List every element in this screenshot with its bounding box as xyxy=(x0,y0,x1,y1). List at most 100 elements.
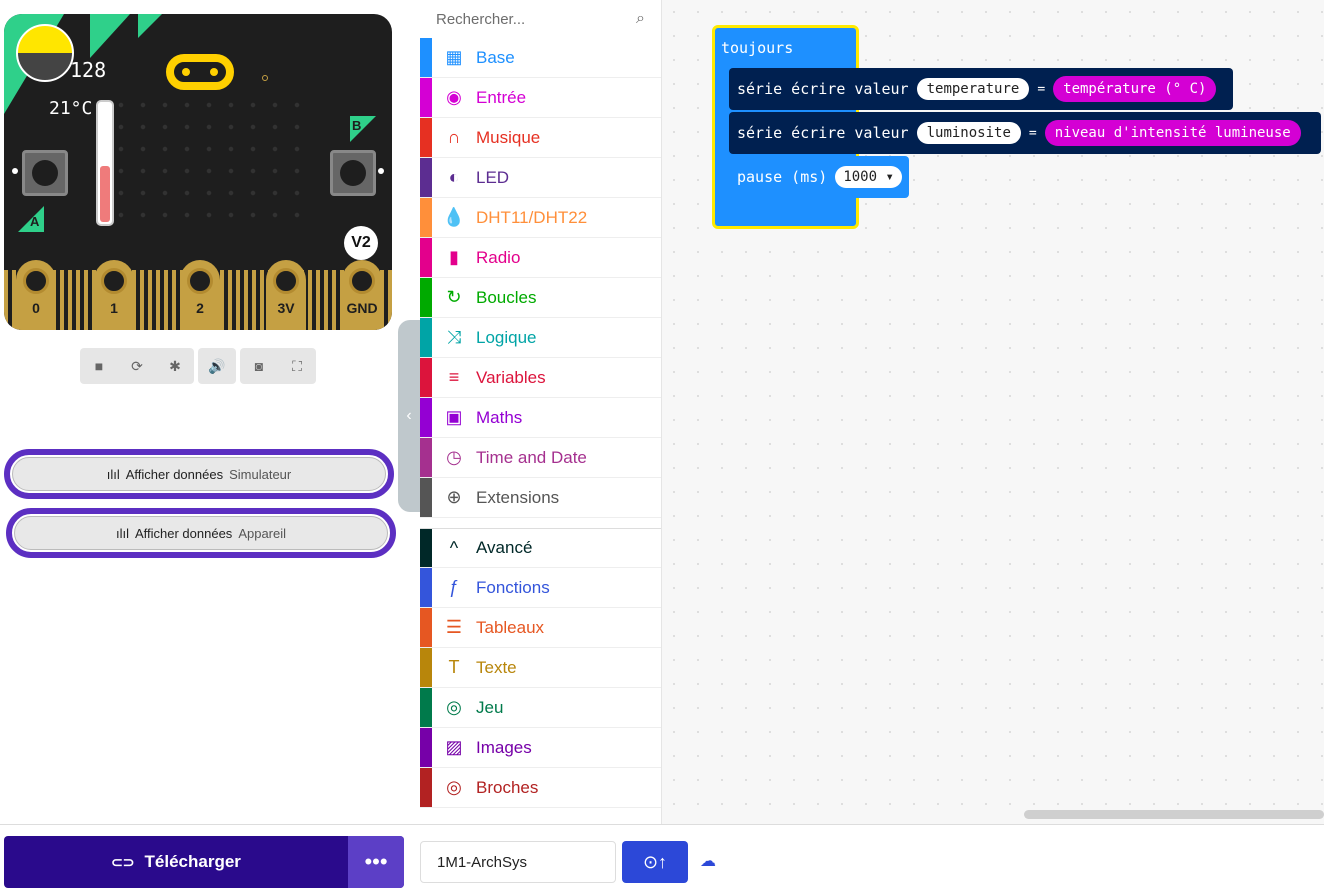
project-name-input[interactable]: 1M1-ArchSys xyxy=(420,841,616,883)
category-label: Tableaux xyxy=(476,617,545,637)
show-data-source: Appareil xyxy=(238,525,287,541)
bottom-bar: ⊂⊃ Télécharger ••• 1M1-ArchSys ⊙ ↑ ☁ xyxy=(0,824,1324,892)
toolbox: Rechercher... ⌕ ▦ Base ◉ Entrée ∩ Musique ◐ LED… xyxy=(420,0,662,824)
cloud-saved-icon: ☁ xyxy=(700,853,716,870)
search-input[interactable]: Rechercher... xyxy=(436,11,525,28)
equals-sign: = xyxy=(1037,81,1046,97)
equals-sign: = xyxy=(1028,125,1037,141)
category-label: Base xyxy=(476,47,515,67)
category-label: Jeu xyxy=(476,697,504,717)
toolbox-search[interactable]: Rechercher... ⌕ xyxy=(420,0,661,38)
toolbox-category-radio[interactable]: ▮ Radio xyxy=(420,238,661,278)
toolbox-category-led[interactable]: ◐ LED xyxy=(420,158,661,198)
pause-duration-dropdown[interactable]: 1000 ▾ xyxy=(835,166,902,188)
light-level-reporter[interactable]: niveau d'intensité lumineuse xyxy=(1044,120,1301,146)
category-label: Radio xyxy=(476,247,521,267)
serial-write-value-block-1[interactable]: série écrire valeur temperature = tempér… xyxy=(729,68,1233,110)
category-label: Avancé xyxy=(476,538,533,557)
category-color-bar xyxy=(420,438,432,477)
list-icon: ≡ xyxy=(448,367,460,387)
button-a[interactable] xyxy=(22,150,68,196)
github-commit-button[interactable]: ⊙ ↑ xyxy=(622,841,688,883)
temperature-reporter[interactable]: température (° C) xyxy=(1053,76,1217,102)
category-color-bar xyxy=(420,118,432,157)
temperature-fill xyxy=(100,165,110,222)
category-color-bar xyxy=(420,768,432,807)
category-label: Texte xyxy=(476,657,517,677)
clock-icon: ◷ xyxy=(446,447,462,467)
board-edge-decoration xyxy=(90,14,130,58)
restart-icon[interactable]: ⟳ xyxy=(118,348,156,384)
chevron-up-icon: ^ xyxy=(449,537,459,558)
pin-3v[interactable]: 3V xyxy=(266,260,306,330)
caret-down-icon: ▾ xyxy=(885,169,894,185)
target-icon: ◎ xyxy=(446,777,462,797)
screenshot-icon[interactable]: ◙ xyxy=(240,348,278,384)
list-ordered-icon: ☰ xyxy=(445,617,463,637)
pin-0[interactable]: 0 xyxy=(16,260,56,330)
category-color-bar xyxy=(420,158,432,197)
debug-icon[interactable]: ✱ xyxy=(156,348,194,384)
download-button[interactable]: ⊂⊃ Télécharger xyxy=(4,836,348,888)
chevron-left-icon: ‹ xyxy=(406,407,412,424)
pin-1[interactable]: 1 xyxy=(94,260,134,330)
toolbox-category-time-and-date[interactable]: ◷ Time and Date xyxy=(420,438,661,478)
category-label: Images xyxy=(476,737,532,757)
toolbox-category-images[interactable]: ▨ Images xyxy=(420,728,661,768)
toolbox-category-texte[interactable]: T Texte xyxy=(420,648,661,688)
simulator-panel: 128 21°C A B V2 0 1 2 3V GND ■ ⟳ ✱ 🔊 ◙ ⛶ xyxy=(0,0,418,824)
light-level-slider[interactable] xyxy=(16,24,74,82)
logo-touch-button[interactable] xyxy=(166,54,234,90)
collapse-simulator-handle[interactable]: ‹ xyxy=(398,320,420,512)
category-color-bar xyxy=(420,728,432,767)
category-label: Boucles xyxy=(476,287,537,307)
button-a-label: A xyxy=(30,214,40,229)
search-icon[interactable]: ⌕ xyxy=(636,10,645,28)
toolbox-category-fonctions[interactable]: ƒ Fonctions xyxy=(420,568,661,608)
toolbox-category-tableaux[interactable]: ☰ Tableaux xyxy=(420,608,661,648)
simulator-controls: ■ ⟳ ✱ 🔊 ◙ ⛶ xyxy=(80,348,316,384)
serial-write-value-block-2[interactable]: série écrire valeur luminosite = niveau … xyxy=(729,112,1321,154)
pause-block[interactable]: pause (ms) 1000 ▾ xyxy=(729,156,909,198)
category-color-bar xyxy=(420,38,432,77)
category-color-bar xyxy=(420,688,432,727)
toolbox-category-jeu[interactable]: ◎ Jeu xyxy=(420,688,661,728)
fullscreen-icon[interactable]: ⛶ xyxy=(278,348,316,384)
toolbox-category-extensions[interactable]: ⊕ Extensions xyxy=(420,478,661,518)
toolbox-category-avanc-[interactable]: ^ Avancé xyxy=(420,528,661,568)
more-options-button[interactable]: ••• xyxy=(348,836,404,888)
board-dot xyxy=(12,168,18,174)
toolbox-category-maths[interactable]: ▣ Maths xyxy=(420,398,661,438)
toolbox-category-logique[interactable]: ⤨ Logique xyxy=(420,318,661,358)
show-data-device-button[interactable]: ılıl Afficher données Appareil xyxy=(6,508,396,558)
string-input-temperature[interactable]: temperature xyxy=(916,78,1030,100)
toolbox-category-broches[interactable]: ◎ Broches xyxy=(420,768,661,808)
horizontal-scrollbar[interactable] xyxy=(1024,810,1324,819)
show-data-simulator-button[interactable]: ılıl Afficher données Simulateur xyxy=(4,449,394,499)
toolbox-category-musique[interactable]: ∩ Musique xyxy=(420,118,661,158)
sound-icon[interactable]: 🔊 xyxy=(198,348,236,384)
refresh-icon: ↻ xyxy=(446,287,462,307)
usb-icon: ⊂⊃ xyxy=(111,853,135,870)
category-color-bar xyxy=(420,78,432,117)
block-text: série écrire valeur xyxy=(737,124,909,142)
microbit-board: 128 21°C A B V2 0 1 2 3V GND xyxy=(4,14,392,330)
string-input-luminosite[interactable]: luminosite xyxy=(916,122,1021,144)
category-color-bar xyxy=(420,278,432,317)
arrow-up-icon: ↑ xyxy=(658,851,668,872)
toolbox-category-dht11-dht22[interactable]: 💧 DHT11/DHT22 xyxy=(420,198,661,238)
toggle-icon: ◐ xyxy=(448,167,460,187)
stop-icon[interactable]: ■ xyxy=(80,348,118,384)
toolbox-category-entr-e[interactable]: ◉ Entrée xyxy=(420,78,661,118)
toolbox-category-base[interactable]: ▦ Base xyxy=(420,38,661,78)
category-label: Maths xyxy=(476,407,523,427)
toolbox-category-variables[interactable]: ≡ Variables xyxy=(420,358,661,398)
grid-icon: ▦ xyxy=(445,47,463,67)
button-b[interactable] xyxy=(330,150,376,196)
pin-2[interactable]: 2 xyxy=(180,260,220,330)
radio-button-icon: ◉ xyxy=(446,87,462,107)
plus-circle-icon: ⊕ xyxy=(446,487,462,507)
pin-gnd[interactable]: GND xyxy=(342,260,382,330)
toolbox-category-boucles[interactable]: ↻ Boucles xyxy=(420,278,661,318)
category-label: Extensions xyxy=(476,487,560,507)
